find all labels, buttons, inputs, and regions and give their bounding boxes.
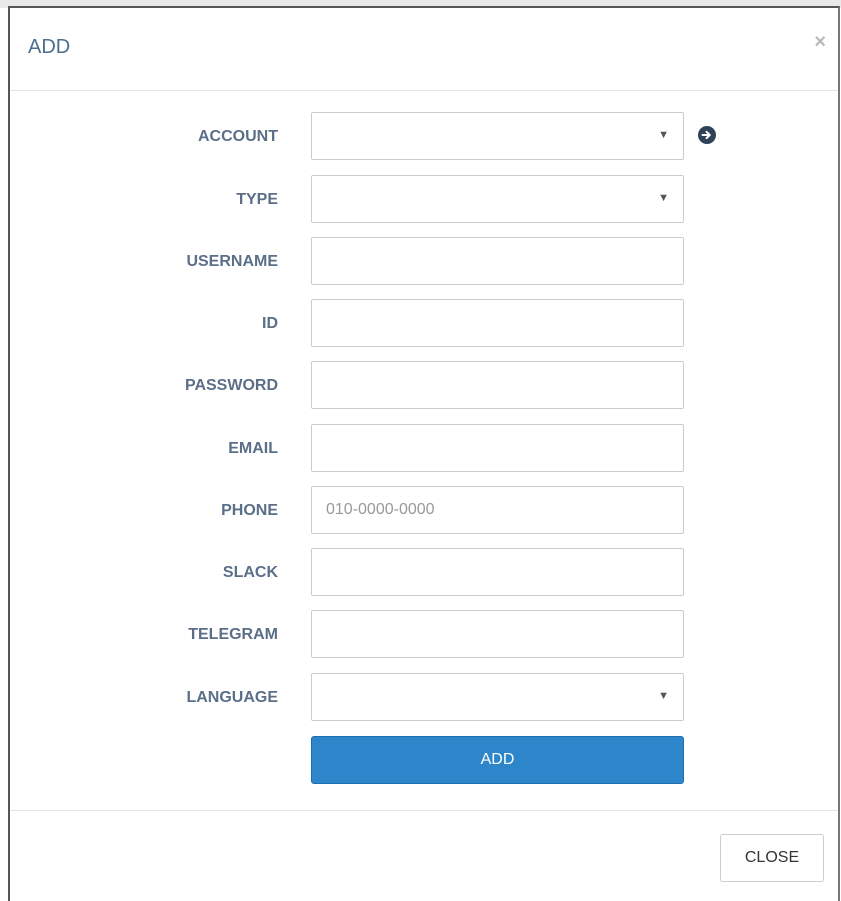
account-label: ACCOUNT: [198, 128, 278, 145]
form-row-email: EMAIL: [10, 424, 838, 472]
account-select[interactable]: ▼: [311, 112, 684, 160]
telegram-label: TELEGRAM: [188, 626, 278, 643]
close-button[interactable]: CLOSE: [720, 834, 824, 882]
language-label: LANGUAGE: [186, 689, 278, 706]
close-x-icon[interactable]: ×: [814, 32, 826, 52]
form-row-type: TYPE ▼: [10, 175, 838, 223]
id-label: ID: [262, 315, 278, 332]
form-row-phone: PHONE: [10, 486, 838, 534]
form-row-slack: SLACK: [10, 548, 838, 596]
id-input[interactable]: [311, 299, 684, 347]
form-row-username: USERNAME: [10, 237, 838, 285]
telegram-input[interactable]: [311, 610, 684, 658]
caret-down-icon: ▼: [658, 129, 669, 141]
caret-down-icon: ▼: [658, 192, 669, 204]
language-select[interactable]: ▼: [311, 673, 684, 721]
form-row-account: ACCOUNT ▼: [10, 112, 838, 160]
page: ADD × ACCOUNT ▼ TYPE ▼ USERNAME ID PASSW…: [0, 0, 841, 901]
email-input[interactable]: [311, 424, 684, 472]
form-row-language: LANGUAGE ▼: [10, 673, 838, 721]
caret-down-icon: ▼: [658, 690, 669, 702]
phone-label: PHONE: [221, 502, 278, 519]
form-row-password: PASSWORD: [10, 361, 838, 409]
modal-footer: CLOSE: [10, 810, 838, 901]
add-modal: ADD × ACCOUNT ▼ TYPE ▼ USERNAME ID PASSW…: [8, 6, 840, 901]
username-input[interactable]: [311, 237, 684, 285]
password-input[interactable]: [311, 361, 684, 409]
modal-title: ADD: [28, 36, 71, 58]
username-label: USERNAME: [186, 253, 278, 270]
form-row-id: ID: [10, 299, 838, 347]
form-row-telegram: TELEGRAM: [10, 610, 838, 658]
arrow-circle-right-icon[interactable]: [698, 126, 716, 144]
slack-label: SLACK: [222, 564, 278, 581]
slack-input[interactable]: [311, 548, 684, 596]
type-label: TYPE: [236, 191, 278, 208]
add-submit-button[interactable]: ADD: [311, 736, 684, 784]
modal-header: ADD ×: [10, 8, 838, 91]
phone-input[interactable]: [311, 486, 684, 534]
email-label: EMAIL: [228, 440, 278, 457]
type-select[interactable]: ▼: [311, 175, 684, 223]
password-label: PASSWORD: [184, 377, 278, 394]
